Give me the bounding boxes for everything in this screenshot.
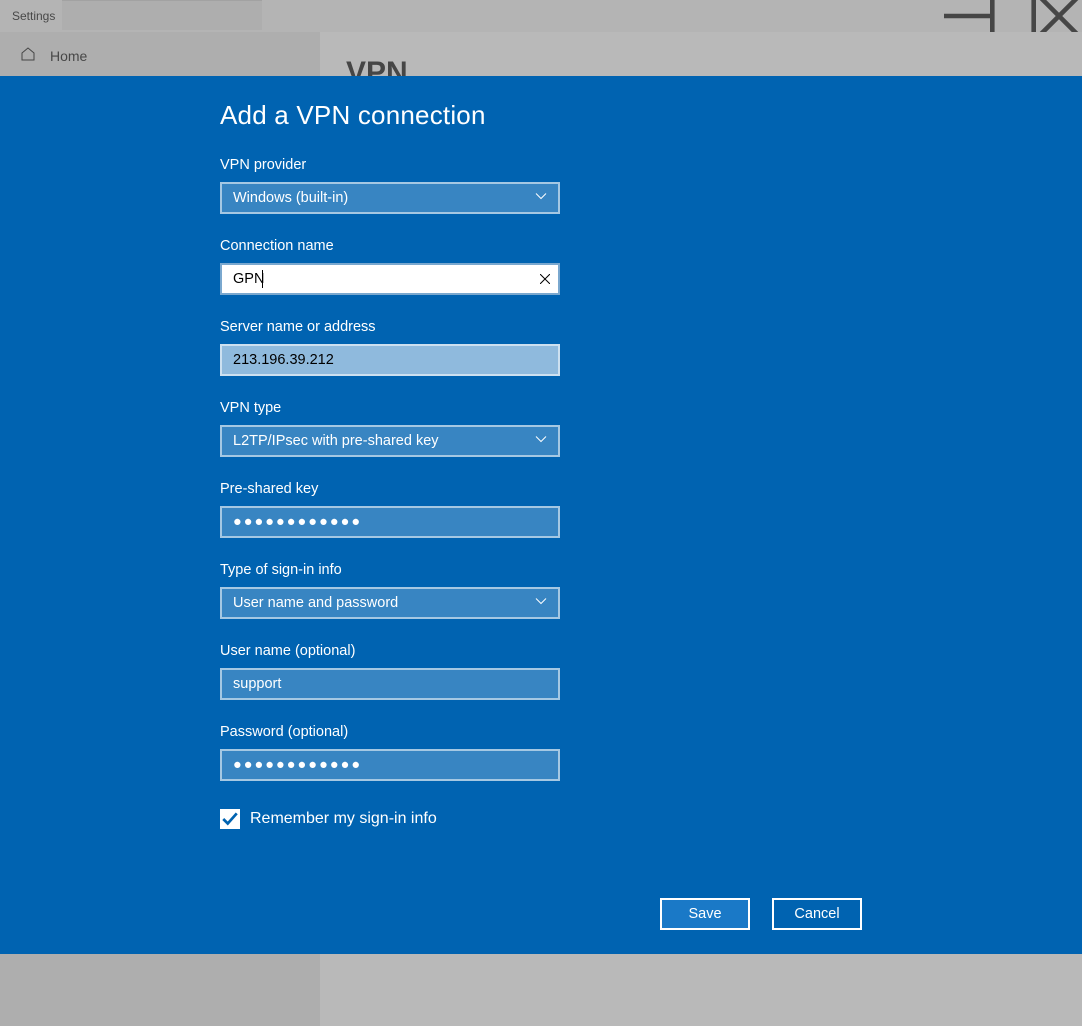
preshared-key-value: ●●●●●●●●●●●● [233, 514, 362, 530]
minimize-button[interactable] [944, 0, 990, 32]
clear-input-button[interactable] [530, 263, 560, 295]
dialog-title: Add a VPN connection [220, 100, 1082, 131]
cancel-button-label: Cancel [794, 906, 839, 922]
window-title: Settings [12, 9, 55, 23]
remember-signin-label: Remember my sign-in info [250, 810, 437, 828]
signin-type-label: Type of sign-in info [220, 562, 1082, 578]
chevron-down-icon [535, 433, 547, 449]
password-input[interactable]: ●●●●●●●●●●●● [220, 749, 560, 781]
remember-signin-checkbox[interactable] [220, 809, 240, 829]
maximize-button[interactable] [990, 0, 1036, 32]
add-vpn-dialog: Add a VPN connection VPN provider Window… [0, 76, 1082, 954]
home-icon [20, 46, 36, 65]
sidebar-home-item[interactable]: Home [0, 32, 320, 79]
dialog-button-row: Save Cancel [660, 898, 862, 930]
chevron-down-icon [535, 595, 547, 611]
password-label: Password (optional) [220, 724, 1082, 740]
connection-name-input[interactable] [220, 263, 560, 295]
password-value: ●●●●●●●●●●●● [233, 757, 362, 773]
preshared-key-label: Pre-shared key [220, 481, 1082, 497]
save-button[interactable]: Save [660, 898, 750, 930]
username-input[interactable] [220, 668, 560, 700]
text-caret [262, 270, 263, 288]
username-label: User name (optional) [220, 643, 1082, 659]
vpn-provider-dropdown[interactable]: Windows (built-in) [220, 182, 560, 214]
connection-name-label: Connection name [220, 238, 1082, 254]
chevron-down-icon [535, 190, 547, 206]
signin-type-value: User name and password [233, 595, 398, 611]
vpn-type-value: L2TP/IPsec with pre-shared key [233, 433, 439, 449]
cancel-button[interactable]: Cancel [772, 898, 862, 930]
signin-type-dropdown[interactable]: User name and password [220, 587, 560, 619]
preshared-key-input[interactable]: ●●●●●●●●●●●● [220, 506, 560, 538]
vpn-provider-label: VPN provider [220, 157, 1082, 173]
server-label: Server name or address [220, 319, 1082, 335]
vpn-type-label: VPN type [220, 400, 1082, 416]
server-address-input[interactable] [220, 344, 560, 376]
sidebar-home-label: Home [50, 48, 87, 64]
window-controls [944, 0, 1082, 32]
vpn-provider-value: Windows (built-in) [233, 190, 348, 206]
vpn-type-dropdown[interactable]: L2TP/IPsec with pre-shared key [220, 425, 560, 457]
sidebar-tab-strip [62, 0, 262, 30]
remember-signin-checkbox-row[interactable]: Remember my sign-in info [220, 809, 437, 829]
close-button[interactable] [1036, 0, 1082, 32]
save-button-label: Save [688, 906, 721, 922]
